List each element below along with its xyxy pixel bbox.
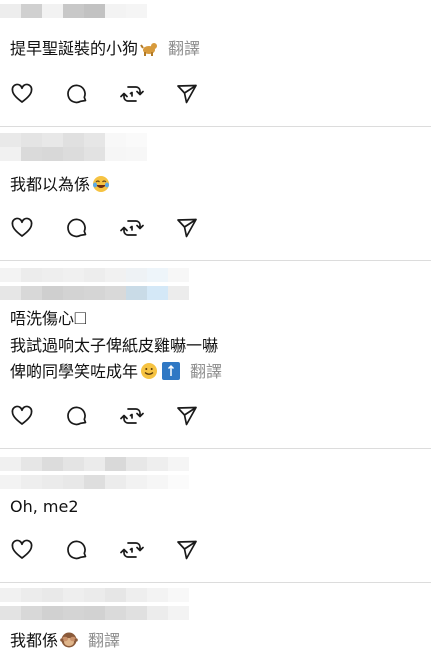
share-button[interactable] (175, 216, 199, 240)
comment-button[interactable] (65, 538, 89, 562)
up-arrow-icon (162, 362, 181, 380)
share-icon (177, 218, 197, 238)
repost-icon (120, 408, 144, 424)
post-text: 我都以為係 (10, 174, 110, 196)
share-icon (177, 84, 197, 104)
comment-icon (67, 218, 87, 238)
username-redacted (0, 133, 147, 161)
translate-link[interactable]: 翻譯 (88, 631, 120, 650)
comment-button[interactable] (65, 82, 89, 106)
repost-button[interactable] (120, 216, 144, 240)
username-redacted (0, 4, 147, 32)
share-icon (177, 406, 197, 426)
like-icon (11, 405, 33, 425)
like-icon (11, 217, 33, 237)
like-button[interactable] (10, 538, 34, 562)
post-actions (10, 216, 230, 240)
tears-of-joy-icon (93, 176, 110, 192)
share-button[interactable] (175, 404, 199, 428)
post-text-line: 唔洗傷心🞎 (10, 309, 87, 328)
repost-button[interactable] (120, 538, 144, 562)
post-actions (10, 538, 230, 562)
smile-icon (141, 363, 158, 379)
post-divider (0, 126, 431, 127)
post-divider (0, 260, 431, 261)
comment-icon (67, 84, 87, 104)
threads-feed: 提早聖誕裝的小狗翻譯 我都以為係 唔洗傷心� (0, 0, 431, 664)
username-redacted (0, 268, 189, 300)
translate-link[interactable]: 翻譯 (190, 362, 222, 381)
comment-icon (67, 540, 87, 560)
comment-button[interactable] (65, 216, 89, 240)
post-text-line: 俾啲同學笑咗成年 翻譯 (10, 362, 223, 381)
repost-icon (120, 220, 144, 236)
like-button[interactable] (10, 404, 34, 428)
post-text-line: 我試過响太子俾紙皮雞嚇一嚇 (10, 336, 219, 355)
dog-icon (140, 43, 158, 56)
repost-icon (120, 86, 144, 102)
like-icon (11, 539, 33, 559)
post-divider (0, 582, 431, 583)
repost-button[interactable] (120, 82, 144, 106)
like-button[interactable] (10, 82, 34, 106)
see-no-evil-monkey-icon (60, 632, 78, 648)
post-divider (0, 448, 431, 449)
translate-link[interactable]: 翻譯 (168, 39, 200, 58)
post-text: Oh, me2 (10, 497, 79, 516)
post-actions (10, 404, 230, 428)
share-icon (177, 540, 197, 560)
repost-icon (120, 542, 144, 558)
share-button[interactable] (175, 82, 199, 106)
share-button[interactable] (175, 538, 199, 562)
comment-button[interactable] (65, 404, 89, 428)
username-redacted (0, 457, 189, 489)
post-text: 我都係 翻譯 (10, 631, 121, 650)
username-redacted (0, 588, 189, 620)
comment-icon (67, 406, 87, 426)
post-actions (10, 82, 230, 106)
post-text: 提早聖誕裝的小狗 翻譯 (10, 39, 201, 58)
like-icon (11, 83, 33, 103)
repost-button[interactable] (120, 404, 144, 428)
like-button[interactable] (10, 216, 34, 240)
